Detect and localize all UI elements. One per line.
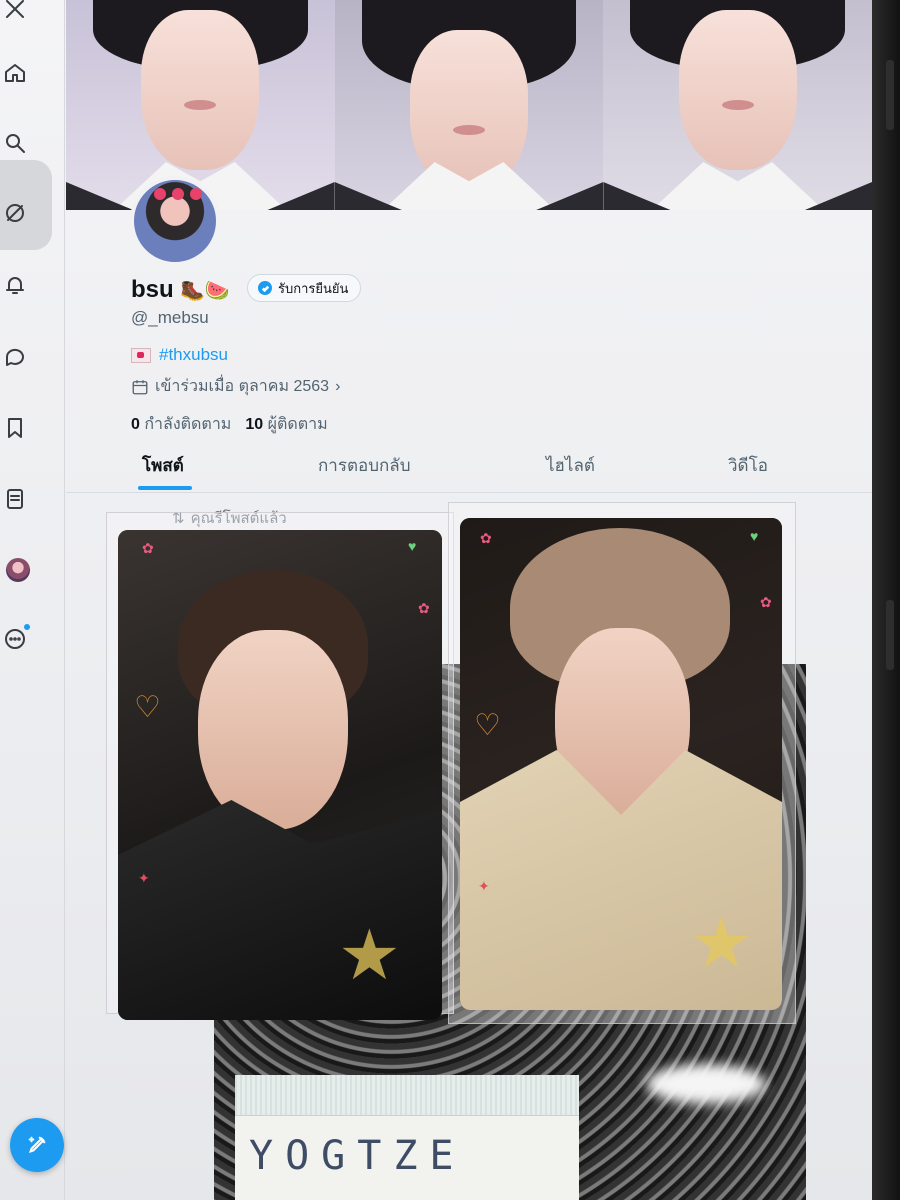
more-notification-dot [24,624,30,630]
x-logo-icon[interactable] [0,0,30,24]
following-label: กำลังติดตาม [144,416,232,433]
lists-icon[interactable] [0,484,30,514]
get-verified-label: รับการยืนยัน [278,280,349,296]
handwritten-note: YOGTZE [235,1075,579,1200]
followers-label: ผู้ติดตาม [267,416,328,433]
name-emoji: 🥾🍉 [180,280,230,302]
profile-avatar-large[interactable] [130,176,220,266]
compose-button[interactable] [10,1118,64,1172]
bio-hashtag-link[interactable]: #thxubsu [159,345,228,365]
grok-icon[interactable] [0,198,30,228]
search-icon[interactable] [0,128,30,158]
followers-count: 10 [245,416,264,433]
tab-replies[interactable]: การตอบกลับ [318,452,411,479]
tab-videos[interactable]: วิดีโอ [728,452,768,479]
messages-icon[interactable] [0,342,30,372]
followers-link[interactable]: 10 ผู้ติดตาม [245,412,327,437]
compose-icon [28,1136,46,1154]
notifications-icon[interactable] [0,270,30,300]
profile-avatar[interactable] [6,558,30,582]
profile-bio: #thxubsu [131,345,228,365]
bezel-button-top [886,60,894,130]
profile-display-name: bsu [131,276,174,303]
banner-photo-2 [334,0,604,210]
tablet-screen: bsu 🥾🍉 รับการยืนยัน @_mebsu #thxubsu เข้… [0,0,872,1200]
banner-photo-3 [603,0,872,210]
calendar-icon [132,379,148,394]
left-nav-rail [0,0,65,1200]
following-link[interactable]: 0 กำลังติดตาม [131,412,231,437]
profile-handle: @_mebsu [131,308,209,327]
get-verified-button[interactable]: รับการยืนยัน [247,274,362,302]
verified-check-icon [258,281,272,295]
following-count: 0 [131,416,140,433]
joined-date: เข้าร่วมเมื่อ ตุลาคม 2563 › [131,374,340,399]
tab-posts[interactable]: โพสต์ [142,452,184,479]
photocard-left: ✿ ♥ ✿ ♡ ✦ ★ [118,530,442,1020]
love-letter-icon [131,347,151,363]
home-icon[interactable] [0,58,30,88]
chevron-right-icon[interactable]: › [335,378,340,396]
banner-photo-1 [66,0,335,210]
note-text: YOGTZE [249,1133,466,1179]
bookmarks-icon[interactable] [0,413,30,443]
tab-highlights[interactable]: ไฮไลต์ [546,452,595,479]
follow-stats: 0 กำลังติดตาม 10 ผู้ติดตาม [131,412,328,437]
active-tab-indicator [138,486,192,490]
joined-text: เข้าร่วมเมื่อ ตุลาคม 2563 [155,378,330,395]
bezel-button-mid [886,600,894,670]
washi-tape [235,1075,579,1116]
photocard-right: ✿ ♥ ✿ ♡ ✦ ★ [460,518,782,1010]
